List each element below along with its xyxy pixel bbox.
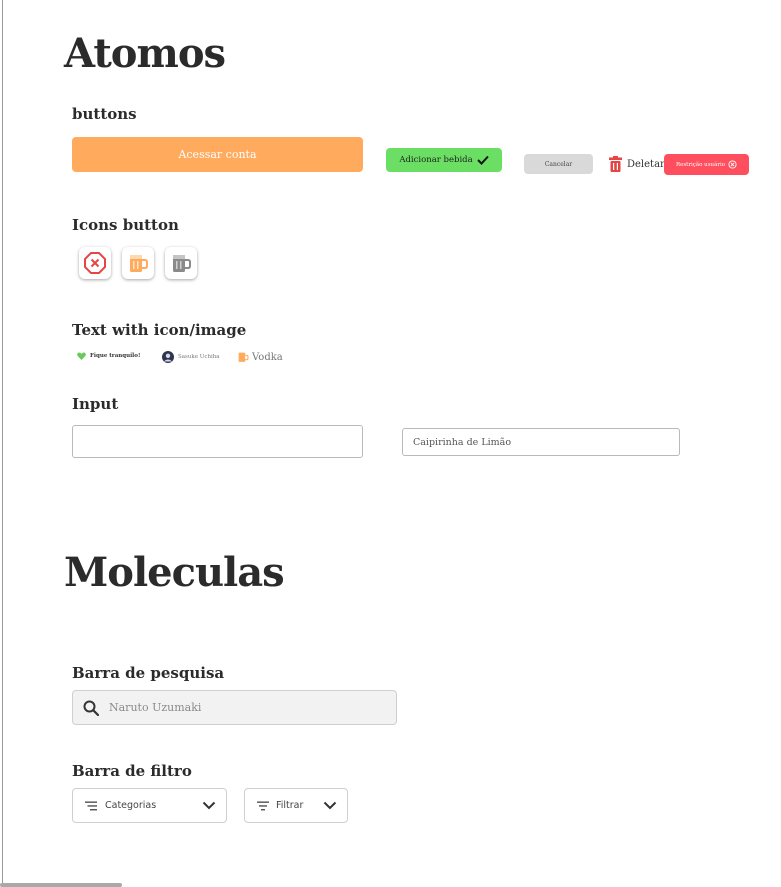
drink-name-input[interactable]: Caipirinha de Limão (402, 428, 680, 456)
user-name: Sasuke Uchiha (178, 354, 220, 360)
heading-search-bar: Barra de pesquisa (72, 664, 225, 682)
filter-lines-icon (85, 801, 97, 810)
empty-input[interactable] (72, 425, 363, 458)
drink-name-input-value: Caipirinha de Limão (413, 436, 512, 448)
heading-buttons: buttons (72, 105, 137, 123)
delete-button[interactable]: Deletar (609, 156, 665, 172)
user-text-item: Sasuke Uchiha (162, 351, 220, 363)
cancel-button[interactable]: Cancelar (524, 154, 593, 174)
section-title-moleculas: Moleculas (64, 549, 285, 596)
heart-icon (77, 352, 86, 360)
search-icon (83, 700, 99, 716)
filter-label: Filtrar (276, 800, 304, 811)
access-account-label: Acessar conta (178, 148, 257, 161)
heading-filter-bar: Barra de filtro (72, 762, 192, 780)
cancel-label: Cancelar (544, 160, 573, 168)
drink-text-item: Vodka (237, 351, 283, 363)
beer-small-icon (238, 352, 249, 362)
trash-icon (609, 156, 622, 172)
heading-text-with-icon: Text with icon/image (72, 321, 247, 339)
x-octagon-icon (84, 252, 106, 274)
categories-select[interactable]: Categorias (72, 788, 227, 823)
add-drink-label: Adicionar bebida (399, 155, 473, 165)
categories-label: Categorias (105, 800, 157, 811)
drink-name: Vodka (252, 351, 283, 363)
chevron-down-icon (323, 801, 337, 810)
beer-gray-button[interactable] (165, 247, 197, 279)
search-bar[interactable]: Naruto Uzumaki (72, 690, 397, 725)
check-icon (476, 155, 489, 165)
search-placeholder: Naruto Uzumaki (109, 701, 202, 714)
restrict-user-label: Restrição usuário (675, 161, 726, 168)
delete-label: Deletar (627, 158, 665, 170)
x-circle-icon (728, 160, 737, 169)
beer-orange-button[interactable] (122, 247, 154, 279)
close-icon-button[interactable] (79, 247, 111, 279)
calm-text-item: Fique tranquilo! (77, 352, 140, 360)
filter-select[interactable]: Filtrar (244, 788, 348, 823)
add-drink-button[interactable]: Adicionar bebida (386, 148, 502, 172)
section-title-atomos: Atomos (64, 30, 226, 77)
canvas-left-border (2, 0, 3, 887)
restrict-user-button[interactable]: Restrição usuário (664, 154, 749, 175)
beer-orange-icon (130, 255, 148, 272)
heading-input: Input (72, 395, 119, 413)
heading-icons-button: Icons button (72, 216, 179, 234)
beer-gray-icon (173, 255, 191, 272)
avatar-icon (162, 351, 174, 363)
chevron-down-icon (202, 801, 216, 810)
filter-lines-icon (257, 801, 269, 810)
calm-text: Fique tranquilo! (90, 353, 141, 359)
access-account-button[interactable]: Acessar conta (72, 137, 363, 172)
horizontal-scrollbar[interactable] (0, 883, 122, 887)
